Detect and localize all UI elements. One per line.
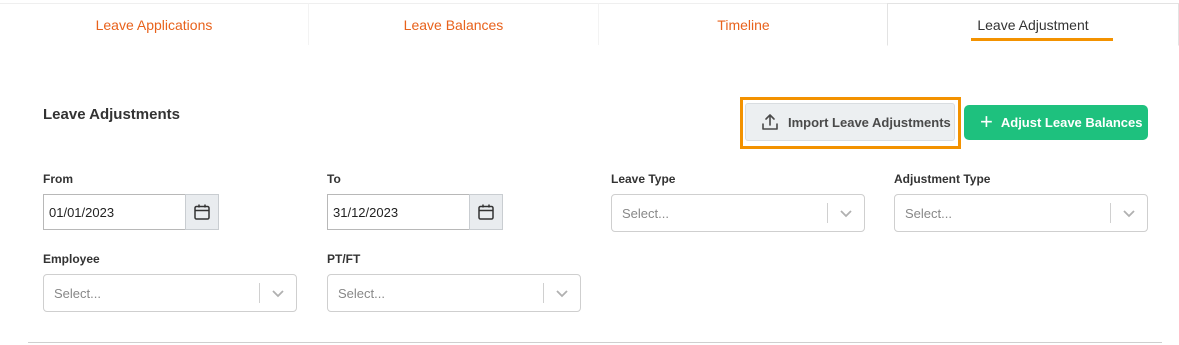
to-label: To (327, 172, 341, 186)
leave-type-label: Leave Type (611, 172, 676, 186)
calendar-icon (478, 204, 494, 220)
upload-icon (762, 114, 778, 130)
chevron-down-icon[interactable] (1111, 206, 1147, 220)
import-button-label: Import Leave Adjustments (788, 114, 951, 130)
to-calendar-button[interactable] (469, 194, 503, 230)
adjustment-type-label: Adjustment Type (894, 172, 991, 186)
from-date-field: 01/01/2023 (43, 194, 219, 230)
plus-icon: + (980, 108, 993, 134)
select-placeholder: Select... (622, 205, 669, 221)
adjust-leave-balances-button[interactable]: + Adjust Leave Balances (964, 105, 1148, 140)
adjust-button-label: Adjust Leave Balances (1000, 115, 1143, 130)
calendar-icon (194, 204, 210, 220)
import-leave-adjustments-button[interactable]: Import Leave Adjustments (745, 103, 955, 141)
tab-bar: Leave Applications Leave Balances Timeli… (0, 0, 1179, 46)
select-placeholder: Select... (54, 285, 101, 301)
to-date-field: 31/12/2023 (327, 194, 503, 230)
tab-leave-adjustment[interactable]: Leave Adjustment (887, 3, 1179, 46)
select-placeholder: Select... (905, 205, 952, 221)
tab-timeline[interactable]: Timeline (598, 3, 888, 45)
ptft-label: PT/FT (327, 252, 361, 266)
chevron-down-icon[interactable] (260, 286, 296, 300)
section-title: Leave Adjustments (43, 106, 180, 123)
employee-label: Employee (43, 252, 100, 266)
chevron-down-icon[interactable] (544, 286, 580, 300)
adjustment-type-select[interactable]: Select... (894, 194, 1148, 232)
employee-select[interactable]: Select... (43, 274, 297, 312)
tab-label: Leave Applications (95, 16, 213, 33)
from-label: From (43, 172, 73, 186)
tab-label: Leave Adjustment (977, 16, 1089, 33)
select-placeholder: Select... (338, 285, 385, 301)
tab-leave-applications[interactable]: Leave Applications (0, 3, 308, 45)
ptft-select[interactable]: Select... (327, 274, 581, 312)
to-date-input[interactable]: 31/12/2023 (327, 194, 470, 230)
chevron-down-icon[interactable] (828, 206, 864, 220)
leave-type-select[interactable]: Select... (611, 194, 865, 232)
tab-label: Timeline (717, 16, 770, 33)
from-date-input[interactable]: 01/01/2023 (43, 194, 186, 230)
active-tab-indicator (971, 38, 1113, 41)
tab-label: Leave Balances (403, 16, 504, 33)
content-divider (28, 342, 1162, 343)
tab-leave-balances[interactable]: Leave Balances (308, 3, 598, 45)
from-calendar-button[interactable] (185, 194, 219, 230)
